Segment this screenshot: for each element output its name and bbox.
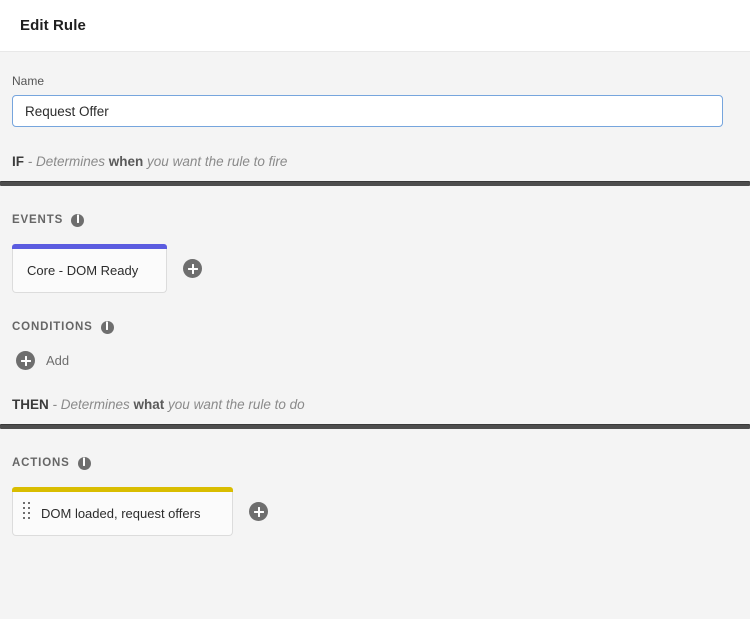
info-icon[interactable] [71,214,84,227]
add-condition-row[interactable]: Add [12,351,69,370]
events-card-row: Core - DOM Ready [12,244,738,293]
name-field-block: Name [12,52,738,127]
events-label: EVENTS [12,214,63,226]
events-section: EVENTS Core - DOM Ready [12,212,738,293]
add-action-button[interactable] [249,502,268,521]
if-emphasis: when [109,154,144,169]
add-condition-button[interactable] [16,351,35,370]
if-divider-bar [0,181,750,186]
name-input[interactable] [12,95,723,127]
then-dash: - [49,397,61,412]
info-icon[interactable] [78,457,91,470]
if-clause: IF - Determines when you want the rule t… [12,153,738,186]
add-condition-label: Add [46,353,69,368]
event-card-label: Core - DOM Ready [27,263,138,278]
if-text-before: Determines [36,154,109,169]
actions-label: ACTIONS [12,457,70,469]
events-section-head: EVENTS [12,212,738,228]
if-dash: - [24,154,36,169]
if-clause-text: IF - Determines when you want the rule t… [12,153,738,171]
rule-editor-body: Name IF - Determines when you want the r… [0,52,750,619]
actions-section-head: ACTIONS [12,455,738,471]
then-divider-bar [0,424,750,429]
action-card-label: DOM loaded, request offers [41,506,200,521]
conditions-label: CONDITIONS [12,321,93,333]
name-label: Name [12,74,738,88]
then-emphasis: what [134,397,165,412]
conditions-section: CONDITIONS Add [12,319,738,370]
actions-section: ACTIONS DOM loaded, request offers [12,455,738,536]
event-card[interactable]: Core - DOM Ready [12,249,167,293]
add-event-button[interactable] [183,259,202,278]
then-keyword: THEN [12,397,49,412]
action-card[interactable]: DOM loaded, request offers [12,492,233,536]
then-text-before: Determines [61,397,134,412]
drag-handle-icon[interactable] [23,502,31,526]
then-clause: THEN - Determines what you want the rule… [12,396,738,429]
then-clause-text: THEN - Determines what you want the rule… [12,396,738,414]
page-title: Edit Rule [0,17,86,34]
then-text-after: you want the rule to do [164,397,304,412]
info-icon[interactable] [101,321,114,334]
conditions-section-head: CONDITIONS [12,319,738,335]
actions-card-row: DOM loaded, request offers [12,487,738,536]
if-text-after: you want the rule to fire [143,154,287,169]
if-keyword: IF [12,154,24,169]
window-header: Edit Rule [0,0,750,52]
